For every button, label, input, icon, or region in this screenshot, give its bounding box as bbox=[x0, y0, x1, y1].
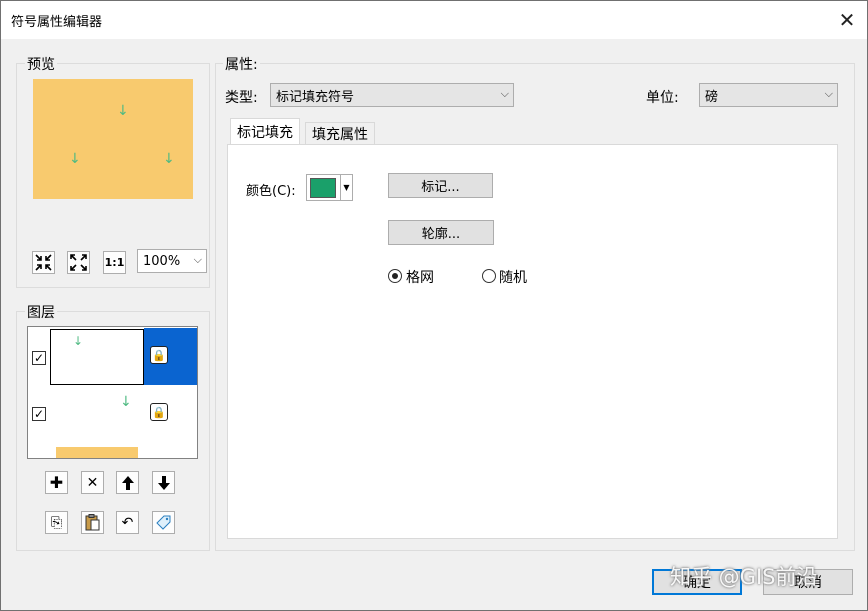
lock-icon[interactable]: 🔒 bbox=[150, 403, 168, 421]
actual-size-icon[interactable]: 1:1 bbox=[103, 251, 126, 274]
layer-checkbox[interactable]: ✓ bbox=[32, 351, 46, 365]
random-radio[interactable] bbox=[482, 269, 496, 283]
unit-value: 磅 bbox=[705, 89, 719, 105]
watermark: 知乎 @GIS前沿 bbox=[670, 565, 818, 589]
tab-marker-fill[interactable]: 标记填充 bbox=[230, 118, 300, 145]
layer-list[interactable]: ✓ ↓ 🔒 ✓ ↓ 🔒 ︿ ﹀ bbox=[27, 326, 198, 459]
move-up-icon[interactable] bbox=[116, 471, 139, 494]
preview-group-label: 预览 bbox=[25, 54, 57, 74]
tag-icon[interactable] bbox=[152, 511, 175, 534]
type-value: 标记填充符号 bbox=[276, 89, 355, 105]
layer-marker: ↓ bbox=[73, 334, 84, 348]
zoom-in-icon[interactable] bbox=[32, 251, 55, 274]
layers-group-label: 图层 bbox=[25, 302, 57, 322]
symbol-property-editor-window: 符号属性编辑器 ✕ 预览 ↓ ↓ ↓ 1:1 100% ⌵ 图层 ✓ ↓ 🔒 ✓… bbox=[0, 0, 868, 611]
layer-marker: ↓ bbox=[120, 394, 132, 410]
remove-layer-icon[interactable]: ✕ bbox=[81, 471, 104, 494]
chevron-down-icon: ⌵ bbox=[193, 253, 202, 266]
copy-icon[interactable]: ⎘ bbox=[45, 511, 68, 534]
paste-icon[interactable] bbox=[81, 511, 104, 534]
preview-marker: ↓ bbox=[163, 151, 175, 167]
preview-marker: ↓ bbox=[69, 151, 81, 167]
grid-radio[interactable] bbox=[388, 269, 402, 283]
lock-icon[interactable]: 🔒 bbox=[150, 346, 168, 364]
add-layer-icon[interactable]: ✚ bbox=[45, 471, 68, 494]
close-icon[interactable]: ✕ bbox=[833, 7, 861, 33]
chevron-down-icon: ⌵ bbox=[824, 87, 833, 100]
type-select[interactable]: 标记填充符号 ⌵ bbox=[270, 83, 514, 107]
random-radio-label[interactable]: 随机 bbox=[499, 267, 527, 287]
tab-fill-properties[interactable]: 填充属性 bbox=[305, 122, 375, 145]
unit-label: 单位: bbox=[646, 90, 679, 106]
caret-down-icon: ▼ bbox=[340, 175, 352, 200]
tab-panel bbox=[227, 144, 838, 539]
zoom-value: 100% bbox=[143, 253, 181, 269]
outline-button[interactable]: 轮廓... bbox=[388, 220, 494, 245]
color-label: 颜色(C): bbox=[246, 184, 296, 199]
layer-thumbnail-fill[interactable] bbox=[56, 447, 138, 458]
zoom-select[interactable]: 100% ⌵ bbox=[137, 249, 207, 273]
window-title: 符号属性编辑器 bbox=[11, 15, 103, 30]
properties-label: 属性: bbox=[223, 54, 260, 74]
symbol-preview: ↓ ↓ ↓ bbox=[33, 79, 193, 199]
preview-marker: ↓ bbox=[117, 103, 129, 119]
marker-button[interactable]: 标记... bbox=[388, 173, 493, 198]
chevron-down-icon: ⌵ bbox=[500, 87, 509, 100]
undo-icon[interactable]: ↶ bbox=[116, 511, 139, 534]
layer-thumbnail[interactable]: ↓ bbox=[50, 329, 144, 385]
grid-radio-label[interactable]: 格网 bbox=[406, 267, 434, 287]
zoom-out-icon[interactable] bbox=[67, 251, 90, 274]
color-swatch bbox=[310, 178, 336, 198]
layer-checkbox[interactable]: ✓ bbox=[32, 407, 46, 421]
move-down-icon[interactable] bbox=[152, 471, 175, 494]
unit-select[interactable]: 磅 ⌵ bbox=[699, 83, 838, 107]
color-picker-button[interactable]: ▼ bbox=[306, 174, 353, 201]
title-bar: 符号属性编辑器 ✕ bbox=[1, 1, 867, 39]
type-label: 类型: bbox=[225, 90, 258, 106]
